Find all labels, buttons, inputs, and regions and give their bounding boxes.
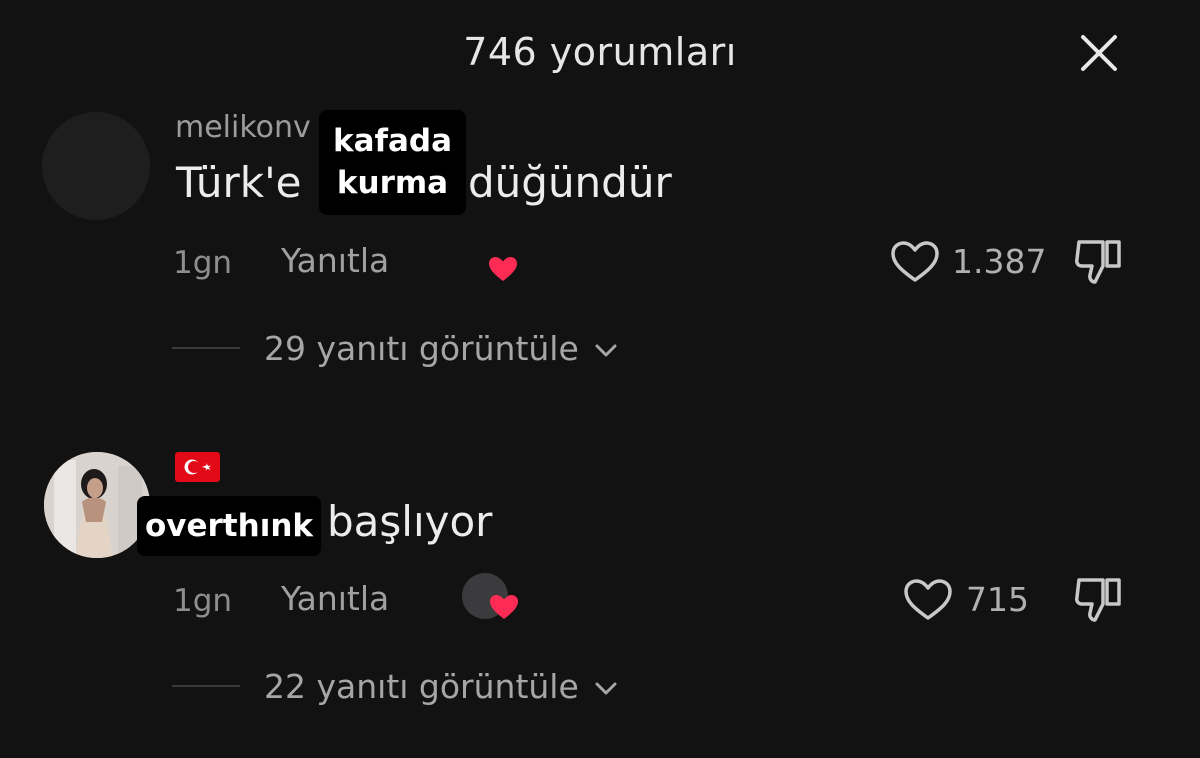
creator-liked-heart-icon — [488, 256, 518, 286]
dislike-icon[interactable] — [1073, 236, 1127, 290]
chevron-down-icon — [595, 344, 617, 356]
avatar[interactable] — [42, 112, 150, 220]
comments-count-title: 746 yorumları — [463, 30, 737, 74]
view-replies-button[interactable]: 22 yanıtı görüntüle — [264, 667, 617, 706]
view-replies-label: 29 yanıtı görüntüle — [264, 329, 579, 368]
comment-text-end: başlıyor — [327, 497, 493, 546]
sticker-text: kafada kurma — [332, 123, 453, 201]
sticker-label: kafada kurma — [319, 110, 466, 215]
replies-divider — [172, 685, 240, 687]
dislike-icon[interactable] — [1073, 574, 1127, 628]
reply-button[interactable]: Yanıtla — [281, 579, 389, 618]
comment-time: 1gn — [173, 583, 233, 619]
sticker-text: overthınk — [144, 508, 314, 544]
comment-username[interactable]: melikonv — [175, 110, 311, 145]
avatar[interactable] — [44, 452, 150, 558]
reply-button[interactable]: Yanıtla — [281, 241, 389, 280]
like-heart-icon[interactable] — [903, 578, 953, 626]
comment-time: 1gn — [173, 245, 233, 281]
like-heart-icon[interactable] — [890, 240, 940, 288]
like-count: 1.387 — [952, 242, 1047, 281]
replies-divider — [172, 347, 240, 349]
turkey-flag-icon — [175, 452, 220, 482]
comments-sheet: 746 yorumları melikonv Türk'e düğündür k… — [0, 0, 1200, 758]
chevron-down-icon — [595, 682, 617, 694]
comment-text-start: Türk'e — [176, 158, 302, 207]
view-replies-label: 22 yanıtı görüntüle — [264, 667, 579, 706]
creator-liked-heart-icon — [489, 594, 519, 624]
like-count: 715 — [966, 580, 1029, 619]
sticker-label: overthınk — [137, 496, 321, 556]
view-replies-button[interactable]: 29 yanıtı görüntüle — [264, 329, 617, 368]
comment-text-end: düğündür — [468, 158, 672, 207]
close-icon[interactable] — [1072, 26, 1126, 80]
